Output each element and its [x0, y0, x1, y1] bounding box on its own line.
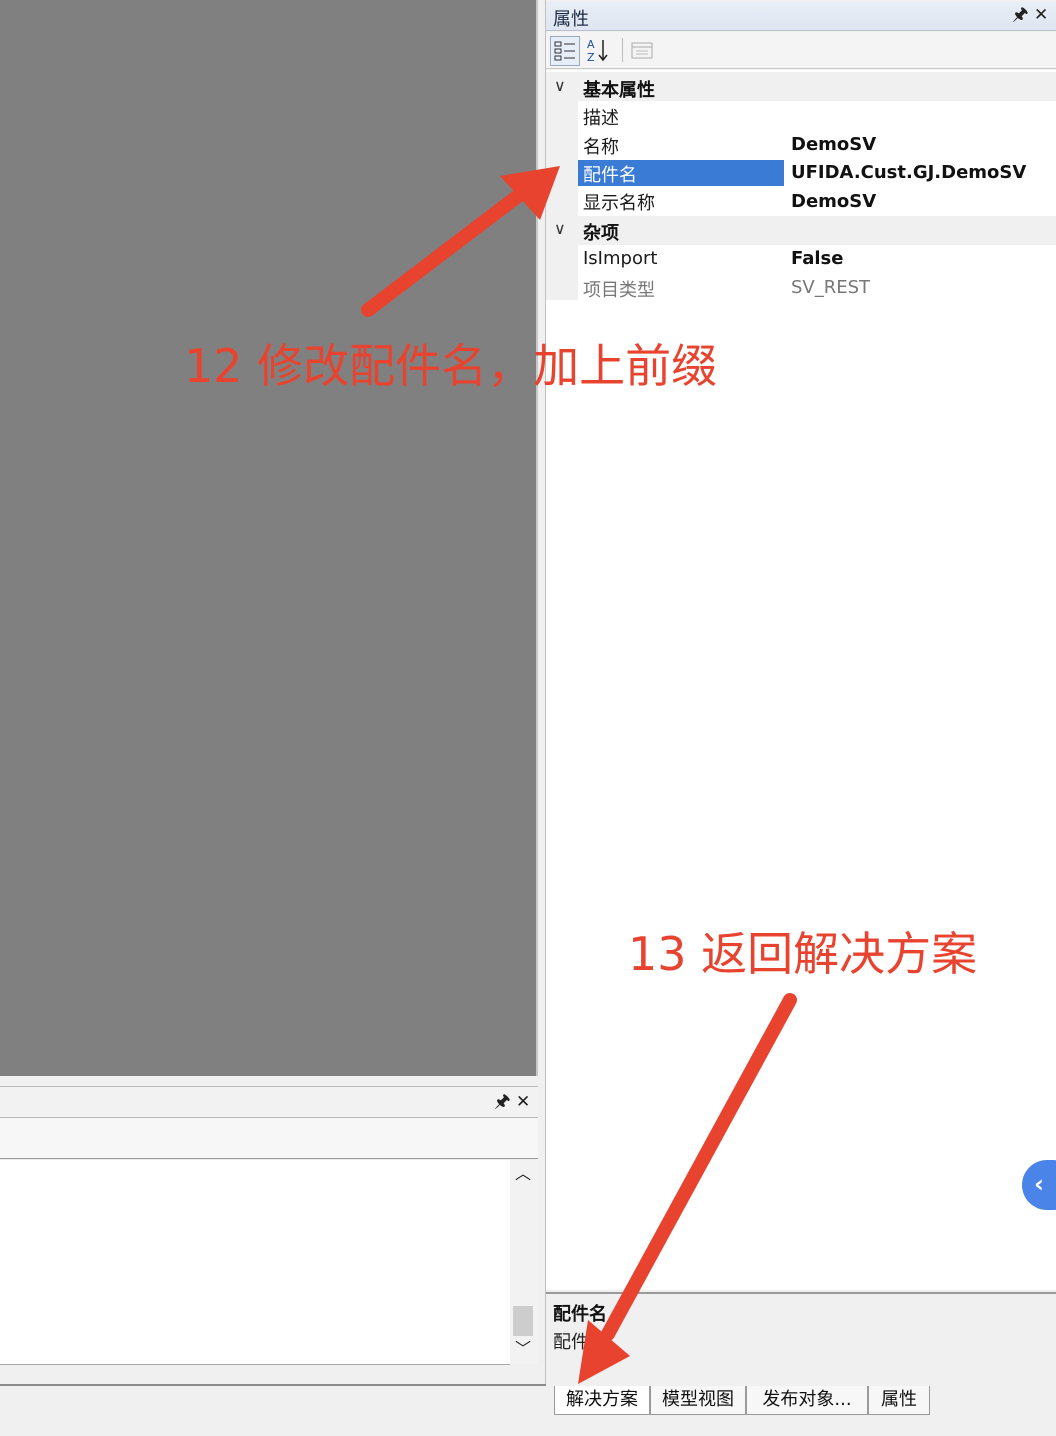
annotation-arrow-12	[361, 189, 525, 317]
annotation-step-13: 13 返回解决方案	[628, 927, 978, 981]
annotation-arrows	[361, 166, 797, 1384]
annotation-arrow-13	[601, 993, 797, 1341]
annotation-step-12: 12 修改配件名，加上前缀	[184, 339, 718, 393]
arrowhead-12	[500, 166, 560, 220]
